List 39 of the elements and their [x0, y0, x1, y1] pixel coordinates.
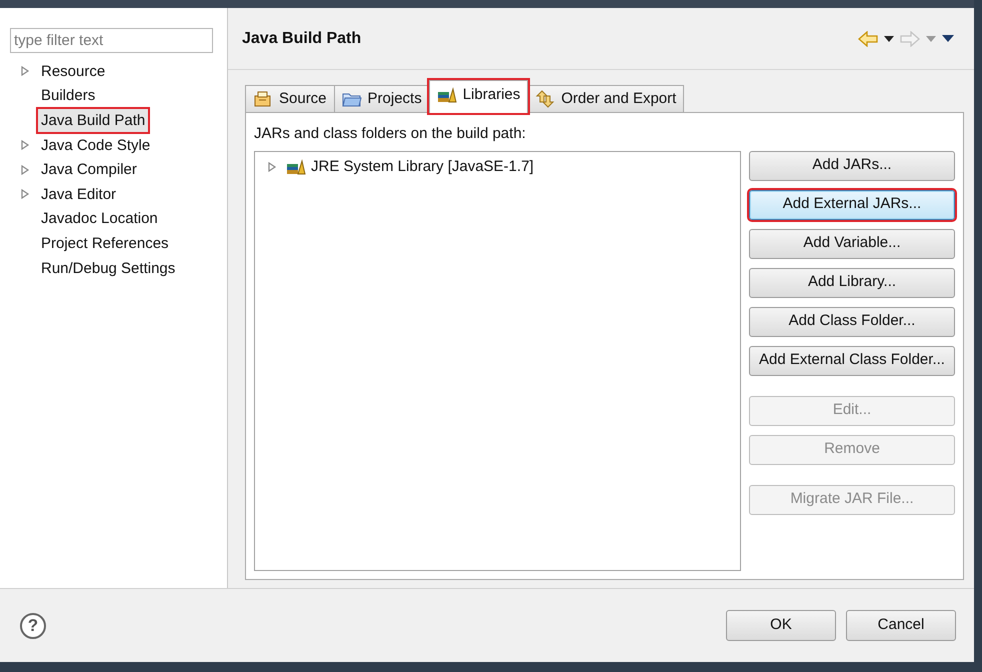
action-button[interactable]: Add Variable... [749, 228, 955, 258]
tab[interactable]: Order and Export [527, 85, 684, 112]
library-item[interactable]: JRE System Library [JavaSE-1.7] [311, 156, 534, 178]
library-list[interactable]: JRE System Library [JavaSE-1.7] [254, 150, 741, 571]
action-button[interactable]: Add External JARs... [749, 190, 955, 220]
dropdown-caret-icon[interactable] [884, 36, 894, 42]
tree-item[interactable]: Resource [38, 60, 108, 83]
arrows-icon [535, 90, 556, 108]
dialog-button[interactable]: OK [726, 610, 836, 641]
expand-arrow-icon[interactable] [20, 66, 30, 76]
books-icon [286, 158, 306, 176]
tree-item[interactable]: Builders [38, 84, 98, 108]
package-icon [253, 90, 273, 108]
dialog-button[interactable]: Cancel [846, 610, 956, 641]
tree-item[interactable]: Java Compiler [38, 158, 140, 182]
tab[interactable]: Libraries [428, 80, 528, 113]
tree-item[interactable]: Java Code Style [38, 134, 154, 157]
action-button[interactable]: Add Class Folder... [749, 306, 955, 336]
page-title: Java Build Path [242, 28, 362, 48]
action-button[interactable]: Add Library... [749, 268, 955, 298]
expand-arrow-icon[interactable] [267, 162, 277, 172]
action-button[interactable]: Add JARs... [749, 150, 955, 180]
list-label: JARs and class folders on the build path: [254, 124, 527, 144]
tree-item[interactable]: Run/Debug Settings [38, 256, 178, 280]
tree-item[interactable]: Java Editor [38, 182, 120, 206]
tab[interactable]: Source [245, 85, 335, 112]
back-arrow-icon[interactable] [858, 30, 878, 46]
help-button[interactable]: ? [20, 612, 46, 638]
tab[interactable]: Projects [334, 85, 430, 112]
tree-item[interactable]: Java Build Path [38, 108, 148, 132]
filter-field[interactable]: type filter text [10, 28, 213, 53]
books-icon [436, 86, 457, 104]
expand-arrow-icon[interactable] [20, 140, 30, 150]
action-button[interactable]: Add External Class Folder... [749, 346, 955, 376]
tree-item[interactable]: Javadoc Location [38, 207, 161, 230]
expand-arrow-icon[interactable] [20, 189, 30, 200]
tree-item[interactable]: Project References [38, 232, 172, 255]
view-menu-icon[interactable] [942, 35, 954, 42]
expand-arrow-icon[interactable] [20, 164, 30, 175]
